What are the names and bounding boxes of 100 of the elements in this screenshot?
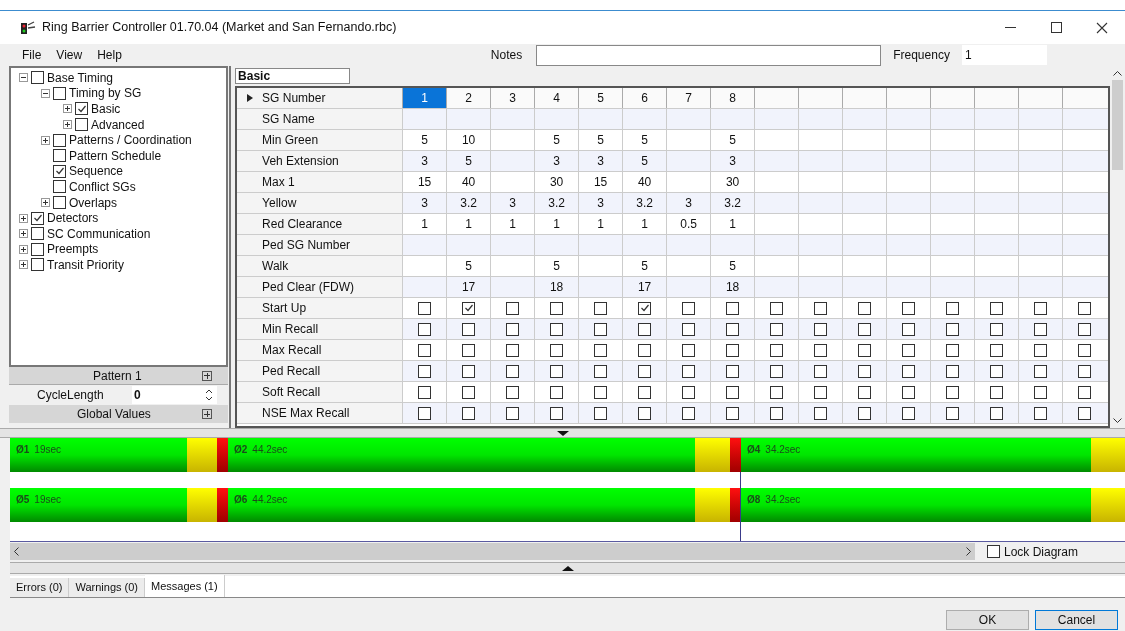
- checkbox[interactable]: [550, 322, 564, 336]
- checkbox[interactable]: [987, 545, 1000, 558]
- checkbox[interactable]: [1078, 322, 1092, 336]
- tree-item[interactable]: SC Communication: [47, 227, 151, 240]
- tree-item[interactable]: Detectors: [47, 212, 99, 225]
- splitter-up-icon[interactable]: [561, 565, 574, 571]
- table-cell[interactable]: 3: [710, 151, 755, 171]
- tab[interactable]: Errors (0): [10, 578, 70, 597]
- table-cell[interactable]: 18: [534, 277, 579, 297]
- checkbox[interactable]: [1034, 343, 1048, 357]
- checkbox[interactable]: [594, 322, 608, 336]
- table-cell[interactable]: 5: [534, 256, 579, 276]
- checkbox[interactable]: [462, 301, 476, 315]
- lock-diagram-label[interactable]: Lock Diagram: [1004, 542, 1079, 561]
- table-cell[interactable]: 3: [402, 193, 447, 213]
- checkbox[interactable]: [550, 406, 564, 420]
- tree-checkbox[interactable]: [31, 211, 44, 225]
- table-cell[interactable]: 17: [446, 277, 491, 297]
- table-cell[interactable]: 1: [710, 214, 755, 234]
- collapse-icon[interactable]: [41, 88, 50, 98]
- expand-icon[interactable]: [63, 120, 72, 130]
- cycle-length-field[interactable]: 0: [132, 386, 217, 404]
- tree-checkbox[interactable]: [31, 227, 44, 241]
- checkbox[interactable]: [858, 343, 872, 357]
- checkbox[interactable]: [594, 343, 608, 357]
- checkbox[interactable]: [638, 385, 652, 399]
- checkbox[interactable]: [550, 301, 564, 315]
- spinner-icon[interactable]: [205, 388, 213, 402]
- checkbox[interactable]: [550, 385, 564, 399]
- table-cell[interactable]: 3.2: [622, 193, 667, 213]
- table-cell[interactable]: 5: [622, 151, 667, 171]
- horizontal-scrollbar[interactable]: [10, 543, 975, 560]
- checkbox[interactable]: [1034, 301, 1048, 315]
- checkbox[interactable]: [418, 406, 432, 420]
- global-values-header[interactable]: Global Values: [9, 405, 229, 423]
- checkbox[interactable]: [814, 406, 828, 420]
- table-cell[interactable]: 1: [490, 214, 535, 234]
- scrollbar-thumb[interactable]: [1112, 80, 1124, 170]
- table-cell[interactable]: 5: [446, 151, 491, 171]
- checkbox[interactable]: [814, 322, 828, 336]
- checkbox[interactable]: [902, 343, 916, 357]
- checkbox[interactable]: [506, 301, 520, 315]
- table-cell[interactable]: 5: [710, 130, 755, 150]
- checkbox[interactable]: [726, 406, 740, 420]
- frequency-dropdown[interactable]: 1: [961, 45, 1047, 65]
- checkbox[interactable]: [858, 301, 872, 315]
- column-header[interactable]: 1: [402, 88, 447, 108]
- checkbox[interactable]: [506, 406, 520, 420]
- tree-item[interactable]: Basic: [91, 103, 121, 115]
- checkbox[interactable]: [462, 406, 476, 420]
- checkbox[interactable]: [418, 322, 432, 336]
- checkbox[interactable]: [506, 364, 520, 378]
- tree-checkbox[interactable]: [53, 196, 66, 210]
- checkbox[interactable]: [814, 385, 828, 399]
- table-cell[interactable]: 3.2: [446, 193, 491, 213]
- table-cell[interactable]: 1: [446, 214, 491, 234]
- checkbox[interactable]: [902, 364, 916, 378]
- checkbox[interactable]: [594, 301, 608, 315]
- tree-checkbox[interactable]: [53, 164, 66, 178]
- checkbox[interactable]: [726, 322, 740, 336]
- checkbox[interactable]: [462, 385, 476, 399]
- menu-item[interactable]: Help: [91, 46, 128, 64]
- table-cell[interactable]: 5: [710, 256, 755, 276]
- table-cell[interactable]: 0.5: [666, 214, 711, 234]
- checkbox[interactable]: [858, 406, 872, 420]
- table-cell[interactable]: 3: [490, 193, 535, 213]
- checkbox[interactable]: [814, 343, 828, 357]
- expand-icon[interactable]: [41, 135, 50, 145]
- checkbox[interactable]: [506, 322, 520, 336]
- checkbox[interactable]: [990, 301, 1004, 315]
- tree-checkbox[interactable]: [31, 71, 44, 85]
- checkbox[interactable]: [682, 343, 696, 357]
- checkbox[interactable]: [638, 364, 652, 378]
- checkbox[interactable]: [418, 301, 432, 315]
- expand-icon[interactable]: [63, 104, 72, 114]
- ok-button[interactable]: OK: [946, 610, 1029, 630]
- checkbox[interactable]: [946, 364, 960, 378]
- checkbox[interactable]: [462, 364, 476, 378]
- table-cell[interactable]: 5: [446, 256, 491, 276]
- expand-icon[interactable]: [19, 244, 28, 254]
- checkbox[interactable]: [506, 385, 520, 399]
- checkbox[interactable]: [682, 364, 696, 378]
- checkbox[interactable]: [726, 343, 740, 357]
- checkbox[interactable]: [902, 406, 916, 420]
- notes-field[interactable]: [536, 44, 882, 66]
- checkbox[interactable]: [902, 322, 916, 336]
- table-cell[interactable]: 17: [622, 277, 667, 297]
- scroll-down-icon[interactable]: [1113, 418, 1123, 423]
- checkbox[interactable]: [1034, 364, 1048, 378]
- table-cell[interactable]: 15: [402, 172, 447, 192]
- checkbox[interactable]: [1078, 301, 1092, 315]
- checkbox[interactable]: [418, 364, 432, 378]
- checkbox[interactable]: [946, 322, 960, 336]
- table-cell[interactable]: 5: [578, 130, 623, 150]
- table-cell[interactable]: 5: [622, 130, 667, 150]
- checkbox[interactable]: [594, 406, 608, 420]
- checkbox[interactable]: [770, 343, 784, 357]
- checkbox[interactable]: [990, 406, 1004, 420]
- checkbox[interactable]: [682, 385, 696, 399]
- table-cell[interactable]: 15: [578, 172, 623, 192]
